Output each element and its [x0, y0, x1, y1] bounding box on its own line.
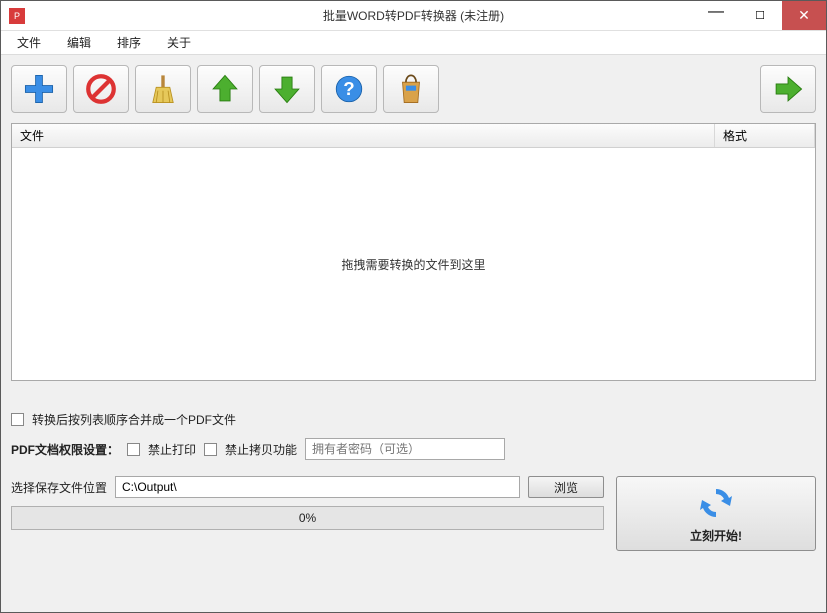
plus-icon — [22, 72, 56, 106]
menu-sort[interactable]: 排序 — [107, 32, 151, 53]
permission-label: PDF文档权限设置： — [11, 441, 119, 458]
disable-print-label: 禁止打印 — [148, 441, 196, 458]
output-path-input[interactable] — [115, 476, 520, 498]
output-row: 选择保存文件位置 浏览 — [11, 476, 604, 498]
merge-row: 转换后按列表顺序合并成一个PDF文件 — [11, 411, 816, 428]
browse-button[interactable]: 浏览 — [528, 476, 604, 498]
toolbar: ? — [11, 65, 816, 113]
bottom-row: 选择保存文件位置 浏览 0% 立刻开始! — [11, 476, 816, 551]
remove-button[interactable] — [73, 65, 129, 113]
help-button[interactable]: ? — [321, 65, 377, 113]
title-bar: P 批量WORD转PDF转换器 (未注册) — ☐ ✕ — [1, 1, 826, 31]
disable-print-checkbox[interactable] — [127, 443, 140, 456]
output-and-progress: 选择保存文件位置 浏览 0% — [11, 476, 604, 551]
svg-text:?: ? — [343, 78, 354, 99]
arrow-right-icon — [771, 72, 805, 106]
menu-edit[interactable]: 编辑 — [57, 32, 101, 53]
forbidden-icon — [84, 72, 118, 106]
progress-bar: 0% — [11, 506, 604, 530]
help-icon: ? — [332, 72, 366, 106]
progress-text: 0% — [299, 511, 316, 525]
column-file[interactable]: 文件 — [12, 124, 715, 147]
menu-about[interactable]: 关于 — [157, 32, 201, 53]
move-up-button[interactable] — [197, 65, 253, 113]
arrow-up-icon — [208, 72, 242, 106]
output-label: 选择保存文件位置 — [11, 479, 107, 496]
arrow-down-icon — [270, 72, 304, 106]
merge-checkbox[interactable] — [11, 413, 24, 426]
menu-bar: 文件 编辑 排序 关于 — [1, 31, 826, 55]
file-list-header: 文件 格式 — [12, 124, 815, 148]
move-down-button[interactable] — [259, 65, 315, 113]
drop-hint: 拖拽需要转换的文件到这里 — [341, 256, 485, 273]
start-button[interactable]: 立刻开始! — [616, 476, 816, 551]
refresh-icon — [696, 483, 736, 523]
window-controls: — ☐ ✕ — [694, 1, 826, 30]
close-button[interactable]: ✕ — [782, 1, 826, 30]
permission-row: PDF文档权限设置： 禁止打印 禁止拷贝功能 — [11, 438, 816, 460]
merge-label: 转换后按列表顺序合并成一个PDF文件 — [32, 411, 236, 428]
next-button[interactable] — [760, 65, 816, 113]
content-area: ? 文件 格式 拖拽需要转换的文件到这里 转换后按列表顺序合并成一个PDF文件 — [1, 55, 826, 612]
app-icon: P — [9, 8, 25, 24]
disable-copy-checkbox[interactable] — [204, 443, 217, 456]
file-list: 文件 格式 拖拽需要转换的文件到这里 — [11, 123, 816, 381]
disable-copy-label: 禁止拷贝功能 — [225, 441, 297, 458]
add-button[interactable] — [11, 65, 67, 113]
owner-password-input[interactable] — [305, 438, 505, 460]
column-format[interactable]: 格式 — [715, 124, 815, 147]
broom-icon — [146, 72, 180, 106]
clear-button[interactable] — [135, 65, 191, 113]
maximize-button[interactable]: ☐ — [738, 1, 782, 30]
minimize-button[interactable]: — — [694, 1, 738, 30]
menu-file[interactable]: 文件 — [7, 32, 51, 53]
options-panel: 转换后按列表顺序合并成一个PDF文件 PDF文档权限设置： 禁止打印 禁止拷贝功… — [11, 411, 816, 551]
purchase-button[interactable] — [383, 65, 439, 113]
shopping-bag-icon — [394, 72, 428, 106]
start-label: 立刻开始! — [690, 527, 742, 544]
file-list-body[interactable]: 拖拽需要转换的文件到这里 — [12, 148, 815, 380]
